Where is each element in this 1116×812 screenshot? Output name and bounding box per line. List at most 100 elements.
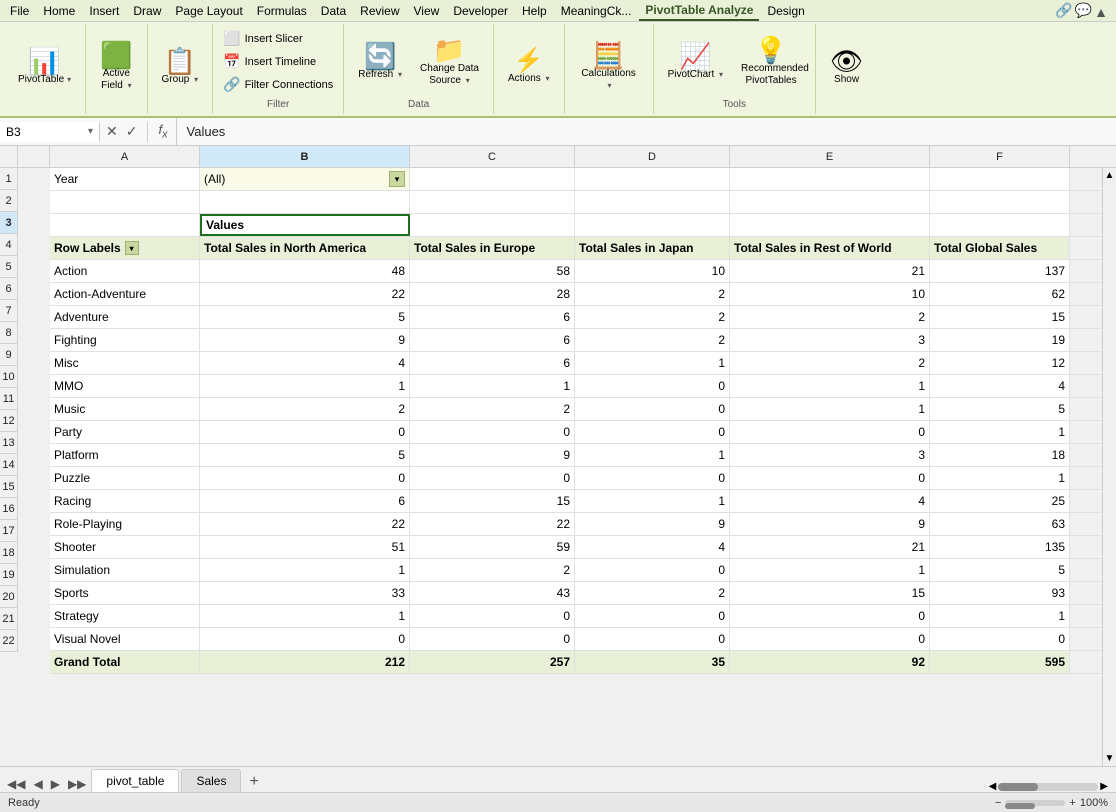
cell-C3[interactable] xyxy=(410,214,575,236)
cell-B3[interactable]: Values xyxy=(200,214,410,236)
cell-C14[interactable]: 0 xyxy=(410,467,575,489)
cell-E17[interactable]: 21 xyxy=(730,536,930,558)
h-scrollbar-track[interactable] xyxy=(998,783,1098,791)
cell-F21[interactable]: 0 xyxy=(930,628,1070,650)
cell-C1[interactable] xyxy=(410,168,575,190)
cell-B6[interactable]: 22 xyxy=(200,283,410,305)
cell-C9[interactable]: 6 xyxy=(410,352,575,374)
cell-E2[interactable] xyxy=(730,191,930,213)
cell-C5[interactable]: 58 xyxy=(410,260,575,282)
cancel-formula-btn[interactable]: ✕ xyxy=(106,123,118,140)
row-header-6[interactable]: 6 xyxy=(0,278,18,300)
col-header-D[interactable]: D xyxy=(575,146,730,168)
cell-E11[interactable]: 1 xyxy=(730,398,930,420)
cell-D5[interactable]: 10 xyxy=(575,260,730,282)
cell-F13[interactable]: 18 xyxy=(930,444,1070,466)
cell-E5[interactable]: 21 xyxy=(730,260,930,282)
cell-E3[interactable] xyxy=(730,214,930,236)
cell-F6[interactable]: 62 xyxy=(930,283,1070,305)
cell-B21[interactable]: 0 xyxy=(200,628,410,650)
menu-meaningck[interactable]: MeaningCk... xyxy=(555,2,638,20)
cell-D10[interactable]: 0 xyxy=(575,375,730,397)
cell-D7[interactable]: 2 xyxy=(575,306,730,328)
row-header-4[interactable]: 4 xyxy=(0,234,18,256)
cell-F10[interactable]: 4 xyxy=(930,375,1070,397)
cell-B22[interactable]: 212 xyxy=(200,651,410,673)
cell-A20[interactable]: Strategy xyxy=(50,605,200,627)
cell-D8[interactable]: 2 xyxy=(575,329,730,351)
menu-file[interactable]: File xyxy=(4,2,35,20)
cell-B20[interactable]: 1 xyxy=(200,605,410,627)
cell-B1-dropdown[interactable]: ▾ xyxy=(389,171,405,188)
cell-D18[interactable]: 0 xyxy=(575,559,730,581)
cell-B13[interactable]: 5 xyxy=(200,444,410,466)
row-header-15[interactable]: 15 xyxy=(0,476,18,498)
col-header-E[interactable]: E xyxy=(730,146,930,168)
cell-A1[interactable]: Year xyxy=(50,168,200,190)
menu-data[interactable]: Data xyxy=(315,2,352,20)
cell-B4[interactable]: Total Sales in North America xyxy=(200,237,410,259)
menu-draw[interactable]: Draw xyxy=(127,2,167,20)
cell-D6[interactable]: 2 xyxy=(575,283,730,305)
row-header-1[interactable]: 1 xyxy=(0,168,18,190)
cell-F18[interactable]: 5 xyxy=(930,559,1070,581)
cell-B18[interactable]: 1 xyxy=(200,559,410,581)
cell-A17[interactable]: Shooter xyxy=(50,536,200,558)
cell-A4[interactable]: Row Labels ▾ xyxy=(50,237,200,259)
name-box[interactable]: B3 ▾ xyxy=(0,122,100,142)
cell-D14[interactable]: 0 xyxy=(575,467,730,489)
cell-B12[interactable]: 0 xyxy=(200,421,410,443)
cell-C16[interactable]: 22 xyxy=(410,513,575,535)
cell-D20[interactable]: 0 xyxy=(575,605,730,627)
cell-E1[interactable] xyxy=(730,168,930,190)
scroll-down-btn[interactable]: ▼ xyxy=(1103,751,1116,766)
cell-F15[interactable]: 25 xyxy=(930,490,1070,512)
cell-F19[interactable]: 93 xyxy=(930,582,1070,604)
h-scrollbar-thumb[interactable] xyxy=(998,783,1038,791)
cell-A15[interactable]: Racing xyxy=(50,490,200,512)
cell-B2[interactable] xyxy=(200,191,410,213)
cell-D21[interactable]: 0 xyxy=(575,628,730,650)
cell-A16[interactable]: Role-Playing xyxy=(50,513,200,535)
cell-B8[interactable]: 9 xyxy=(200,329,410,351)
cell-B17[interactable]: 51 xyxy=(200,536,410,558)
cell-F14[interactable]: 1 xyxy=(930,467,1070,489)
cell-D4[interactable]: Total Sales in Japan xyxy=(575,237,730,259)
recommended-pivottables-button[interactable]: 💡 RecommendedPivotTables xyxy=(733,33,809,91)
row-header-8[interactable]: 8 xyxy=(0,322,18,344)
row-header-18[interactable]: 18 xyxy=(0,542,18,564)
cell-D15[interactable]: 1 xyxy=(575,490,730,512)
cell-D13[interactable]: 1 xyxy=(575,444,730,466)
col-header-C[interactable]: C xyxy=(410,146,575,168)
cell-F17[interactable]: 135 xyxy=(930,536,1070,558)
cell-E21[interactable]: 0 xyxy=(730,628,930,650)
cell-E18[interactable]: 1 xyxy=(730,559,930,581)
cell-E15[interactable]: 4 xyxy=(730,490,930,512)
menu-home[interactable]: Home xyxy=(37,2,81,20)
cell-A18[interactable]: Simulation xyxy=(50,559,200,581)
sheet-nav-next[interactable]: ▶ xyxy=(48,776,63,792)
menu-design[interactable]: Design xyxy=(761,2,810,20)
cell-B11[interactable]: 2 xyxy=(200,398,410,420)
cell-F5[interactable]: 137 xyxy=(930,260,1070,282)
cell-A11[interactable]: Music xyxy=(50,398,200,420)
cell-C19[interactable]: 43 xyxy=(410,582,575,604)
cell-E6[interactable]: 10 xyxy=(730,283,930,305)
cell-C21[interactable]: 0 xyxy=(410,628,575,650)
cell-E22[interactable]: 92 xyxy=(730,651,930,673)
cell-B14[interactable]: 0 xyxy=(200,467,410,489)
cell-F11[interactable]: 5 xyxy=(930,398,1070,420)
cell-E14[interactable]: 0 xyxy=(730,467,930,489)
show-button[interactable]: 👁 Show xyxy=(822,44,871,90)
cell-C4[interactable]: Total Sales in Europe xyxy=(410,237,575,259)
cell-E19[interactable]: 15 xyxy=(730,582,930,604)
scroll-left-btn[interactable]: ◀ xyxy=(989,781,997,792)
cell-B16[interactable]: 22 xyxy=(200,513,410,535)
cell-F1[interactable] xyxy=(930,168,1070,190)
row-header-3[interactable]: 3 xyxy=(0,212,18,234)
insert-timeline-button[interactable]: 📅 Insert Timeline xyxy=(219,51,320,72)
cell-A21[interactable]: Visual Novel xyxy=(50,628,200,650)
pivotchart-button[interactable]: 📈 PivotChart ▾ xyxy=(660,39,731,85)
cell-F20[interactable]: 1 xyxy=(930,605,1070,627)
comment-icon[interactable]: 💬 xyxy=(1075,2,1092,19)
